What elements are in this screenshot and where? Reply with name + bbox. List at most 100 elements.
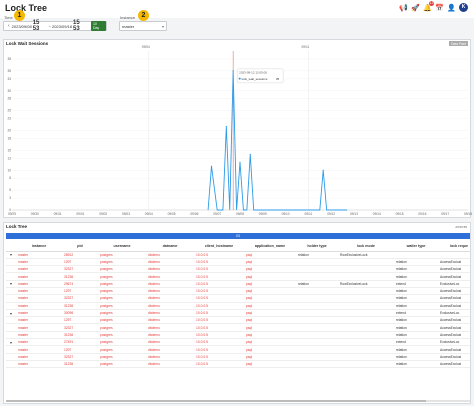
cell-app: psql xyxy=(244,294,296,303)
row-expand-toggle[interactable]: ▾ xyxy=(6,309,16,318)
cell-username: postgres xyxy=(98,287,146,296)
horizontal-scrollbar[interactable] xyxy=(6,400,470,402)
table-row[interactable]: master 1297 postgres dbdemo 10.0.0.5 psql rela… xyxy=(6,258,470,267)
column-header-9[interactable]: waiter type xyxy=(394,242,438,252)
column-header-2[interactable]: pid xyxy=(62,242,98,252)
row-expand-toggle[interactable]: ▾ xyxy=(6,280,16,289)
cell-waiter: relation xyxy=(394,323,438,332)
table-row[interactable]: ▾ master 27491 postgres dbdemo 10.0.0.5 psql ex… xyxy=(6,338,470,347)
cell-pid: 28912 xyxy=(62,251,98,259)
table-row[interactable]: master 31236 postgres dbdemo 10.0.0.5 psql rel… xyxy=(6,331,470,340)
table-row[interactable]: master 1297 postgres dbdemo 10.0.0.5 psql rela… xyxy=(6,316,470,325)
lock-tree-title: Lock Tree xyxy=(6,224,28,229)
table-row[interactable]: master 1297 postgres dbdemo 10.0.0.5 psql rela… xyxy=(6,287,470,296)
column-header-7[interactable]: holder type xyxy=(296,242,338,252)
cell-mode xyxy=(338,287,394,296)
cell-waiter: extend xyxy=(394,309,438,318)
row-expand-toggle[interactable]: ▾ xyxy=(6,251,16,259)
cell-datname: dbdemo xyxy=(146,294,194,303)
cell-holder xyxy=(296,345,338,354)
y-tick-label: 38 xyxy=(7,57,11,61)
cell-client: 10.0.0.5 xyxy=(194,302,244,310)
chevron-left-icon[interactable]: ‹ xyxy=(8,23,10,29)
scrollbar-thumb[interactable] xyxy=(6,400,426,402)
y-tick-label: 15 xyxy=(7,148,11,152)
cell-app: psql xyxy=(244,280,296,289)
cell-app: psql xyxy=(244,338,296,347)
table-row[interactable]: master 31236 postgres dbdemo 10.0.0.5 psql rel… xyxy=(6,272,470,281)
cell-waiter: relation xyxy=(394,345,438,354)
lock-wait-chart[interactable]: 035810131518202325283033353809/29 09/30 09… xyxy=(4,40,472,219)
cell-instance: master xyxy=(16,272,62,281)
row-expand-toggle xyxy=(6,258,16,267)
column-header-3[interactable]: username xyxy=(98,242,146,252)
cell-username: postgres xyxy=(98,272,146,281)
time-label: Time xyxy=(4,15,13,20)
y-tick-label: 23 xyxy=(7,117,11,121)
table-row[interactable]: master 32327 postgres dbdemo 10.0.0.5 psql rel… xyxy=(6,323,470,332)
cell-req: AccessExclusi xyxy=(438,287,470,296)
cell-instance: master xyxy=(16,309,62,318)
cell-instance: master xyxy=(16,280,62,289)
table-row[interactable]: master 1297 postgres dbdemo 10.0.0.5 psql rela… xyxy=(6,345,470,354)
row-expand-toggle xyxy=(6,316,16,325)
time-range-picker[interactable]: ‹ 2023/09/08 15 53 ~ 2023/09/18 15 53 10… xyxy=(3,20,107,32)
top-day-label: 09/04 xyxy=(142,45,150,49)
column-header-10[interactable]: lock reque xyxy=(438,242,470,252)
cell-app: psql xyxy=(244,287,296,296)
time-preset-badge[interactable]: 10 Day xyxy=(90,21,106,31)
table-row[interactable]: master 32327 postgres dbdemo 10.0.0.5 psql rel… xyxy=(6,265,470,274)
table-row[interactable]: ▾ master 28912 postgres dbdemo 10.0.0.5 psql re… xyxy=(6,251,470,259)
column-header-4[interactable]: datname xyxy=(146,242,194,252)
cell-instance: master xyxy=(16,338,62,347)
cell-client: 10.0.0.5 xyxy=(194,258,244,267)
cell-client: 10.0.0.5 xyxy=(194,360,244,369)
x-tick-label: 09/13 xyxy=(350,212,358,216)
table-row[interactable]: ▾ master 29674 postgres dbdemo 10.0.0.5 psql re… xyxy=(6,280,470,289)
y-tick-label: 18 xyxy=(7,136,11,140)
bell-icon[interactable]: 🔔 13 xyxy=(423,1,434,12)
column-header-5[interactable]: client_hostname xyxy=(194,242,244,252)
data-point xyxy=(249,153,251,155)
lock-tree-time-bar[interactable]: 03 xyxy=(6,233,470,239)
calendar-icon[interactable]: 📅 xyxy=(435,3,444,12)
cell-req: ExclusiveLoc xyxy=(438,309,470,318)
rocket-icon[interactable]: 🚀 xyxy=(411,3,420,12)
cell-client: 10.0.0.5 xyxy=(194,272,244,281)
cell-instance: master xyxy=(16,316,62,325)
table-row[interactable]: ▾ master 30096 postgres dbdemo 10.0.0.5 psql ex… xyxy=(6,309,470,318)
user-icon[interactable]: 👤 xyxy=(447,3,456,12)
y-tick-label: 5 xyxy=(9,188,11,192)
cell-datname: dbdemo xyxy=(146,287,194,296)
cell-app: psql xyxy=(244,345,296,354)
y-tick-label: 20 xyxy=(7,129,11,133)
cell-waiter: relation xyxy=(394,302,438,310)
cell-pid: 1297 xyxy=(62,316,98,325)
column-header-1[interactable]: instance xyxy=(16,242,62,252)
column-header-8[interactable]: lock mode xyxy=(338,242,394,252)
column-header-6[interactable]: application_name xyxy=(244,242,296,252)
cell-waiter: relation xyxy=(394,287,438,296)
cell-holder xyxy=(296,302,338,310)
top-icon-group: 📢 🚀 🔔 13 📅 👤 K xyxy=(399,1,468,12)
x-tick-label: 09/12 xyxy=(327,212,335,216)
lock-tree-timestamp: 23:53:55 xyxy=(455,225,467,229)
cell-pid: 32327 xyxy=(62,353,98,361)
x-tick-label: 09/07 xyxy=(213,212,221,216)
instance-select[interactable]: master ▾ xyxy=(119,21,167,31)
column-header-0[interactable] xyxy=(6,242,16,252)
avatar[interactable]: K xyxy=(459,3,468,12)
y-tick-label: 33 xyxy=(7,77,11,81)
cell-pid: 31236 xyxy=(62,331,98,340)
row-expand-toggle xyxy=(6,345,16,354)
row-expand-toggle[interactable]: ▾ xyxy=(6,338,16,347)
table-row[interactable]: master 31236 postgres dbdemo 10.0.0.5 psql rel… xyxy=(6,360,470,369)
callout-badge-1: 1 xyxy=(14,10,25,21)
table-row[interactable]: master 32327 postgres dbdemo 10.0.0.5 psql rel… xyxy=(6,294,470,303)
cell-req: ExclusiveLoc xyxy=(438,280,470,289)
table-row[interactable]: master 31236 postgres dbdemo 10.0.0.5 psql rel… xyxy=(6,302,470,310)
cell-holder xyxy=(296,294,338,303)
table-row[interactable]: master 32327 postgres dbdemo 10.0.0.5 psql rel… xyxy=(6,353,470,361)
megaphone-icon[interactable]: 📢 xyxy=(399,3,408,12)
cell-holder xyxy=(296,353,338,361)
